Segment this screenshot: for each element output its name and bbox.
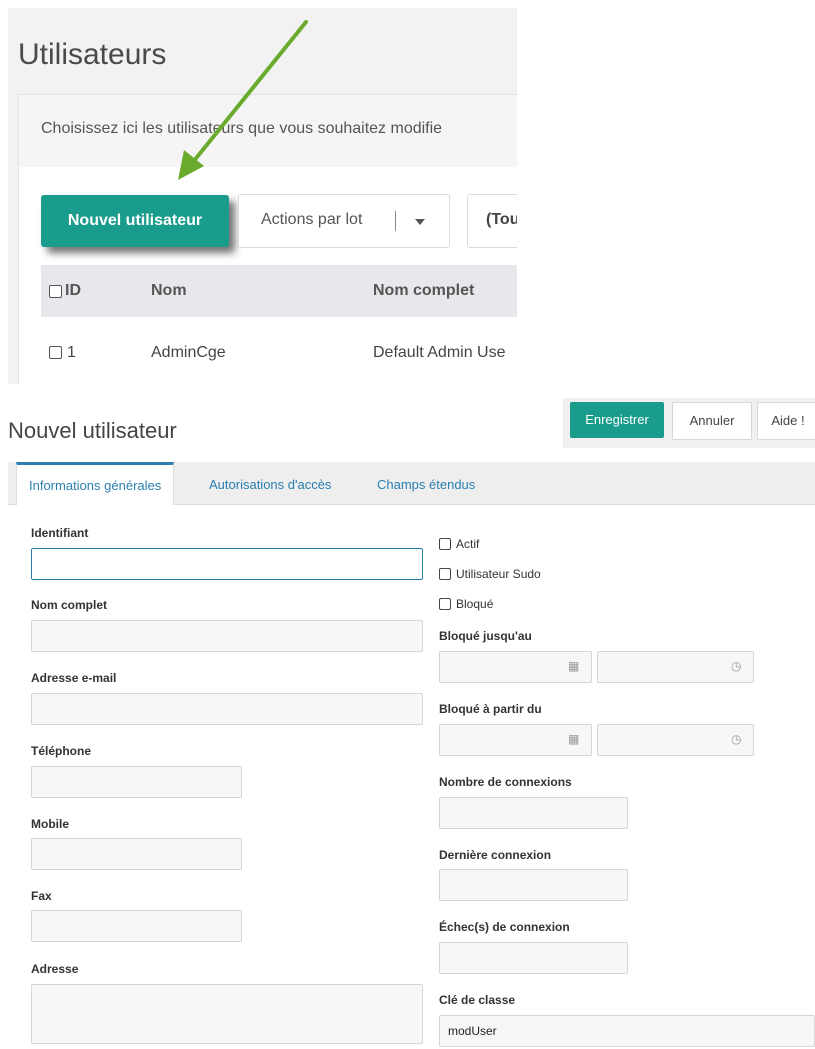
save-button[interactable]: Enregistrer <box>570 402 664 438</box>
email-input[interactable] <box>31 693 423 725</box>
action-toolbar: Enregistrer Annuler Aide ! <box>563 398 815 448</box>
active-checkbox[interactable]: Actif <box>439 537 479 551</box>
checkbox-box[interactable] <box>439 538 451 550</box>
tab-access-permissions[interactable]: Autorisations d'accès <box>209 462 331 504</box>
tab-general-info[interactable]: Informations générales <box>16 462 175 505</box>
username-input[interactable] <box>31 548 423 580</box>
login-count-input[interactable] <box>439 797 628 829</box>
address-label: Adresse <box>31 962 79 976</box>
blocked-checkbox[interactable]: Bloqué <box>439 597 493 611</box>
annotation-arrow-icon <box>178 20 308 180</box>
mobile-input[interactable] <box>31 838 242 870</box>
username-label: Identifiant <box>31 526 89 540</box>
mobile-label: Mobile <box>31 817 69 831</box>
failed-logins-input[interactable] <box>439 942 628 974</box>
clock-icon[interactable]: ◷ <box>731 659 741 673</box>
fax-input[interactable] <box>31 910 242 942</box>
checkbox-box[interactable] <box>439 598 451 610</box>
fullname-label: Nom complet <box>31 598 108 612</box>
active-label: Actif <box>456 537 480 551</box>
blocked-after-label: Bloqué à partir du <box>439 702 542 716</box>
new-user-form: Nouvel utilisateur Enregistrer Annuler A… <box>8 398 815 1049</box>
phone-label: Téléphone <box>31 744 92 758</box>
sudo-label: Utilisateur Sudo <box>456 567 541 581</box>
tab-extended-fields[interactable]: Champs étendus <box>377 462 475 504</box>
cancel-button[interactable]: Annuler <box>672 402 752 440</box>
calendar-icon[interactable]: ▦ <box>568 732 579 746</box>
blocked-until-label: Bloqué jusqu'au <box>439 629 532 643</box>
address-textarea[interactable] <box>31 984 423 1044</box>
login-count-label: Nombre de connexions <box>439 775 572 789</box>
last-login-input[interactable] <box>439 869 628 901</box>
blocked-label: Bloqué <box>456 597 494 611</box>
email-label: Adresse e-mail <box>31 671 117 685</box>
class-key-input[interactable] <box>439 1015 815 1047</box>
checkbox-box[interactable] <box>439 568 451 580</box>
tab-bar: Informations générales Autorisations d'a… <box>8 462 815 505</box>
failed-logins-label: Échec(s) de connexion <box>439 920 570 934</box>
sudo-checkbox[interactable]: Utilisateur Sudo <box>439 567 541 581</box>
calendar-icon[interactable]: ▦ <box>568 659 579 673</box>
help-button[interactable]: Aide ! <box>757 402 815 440</box>
last-login-label: Dernière connexion <box>439 848 552 862</box>
clock-icon[interactable]: ◷ <box>731 732 741 746</box>
phone-input[interactable] <box>31 766 242 798</box>
class-key-label: Clé de classe <box>439 993 516 1007</box>
fullname-input[interactable] <box>31 620 423 652</box>
fax-label: Fax <box>31 889 52 903</box>
form-title: Nouvel utilisateur <box>8 418 177 443</box>
